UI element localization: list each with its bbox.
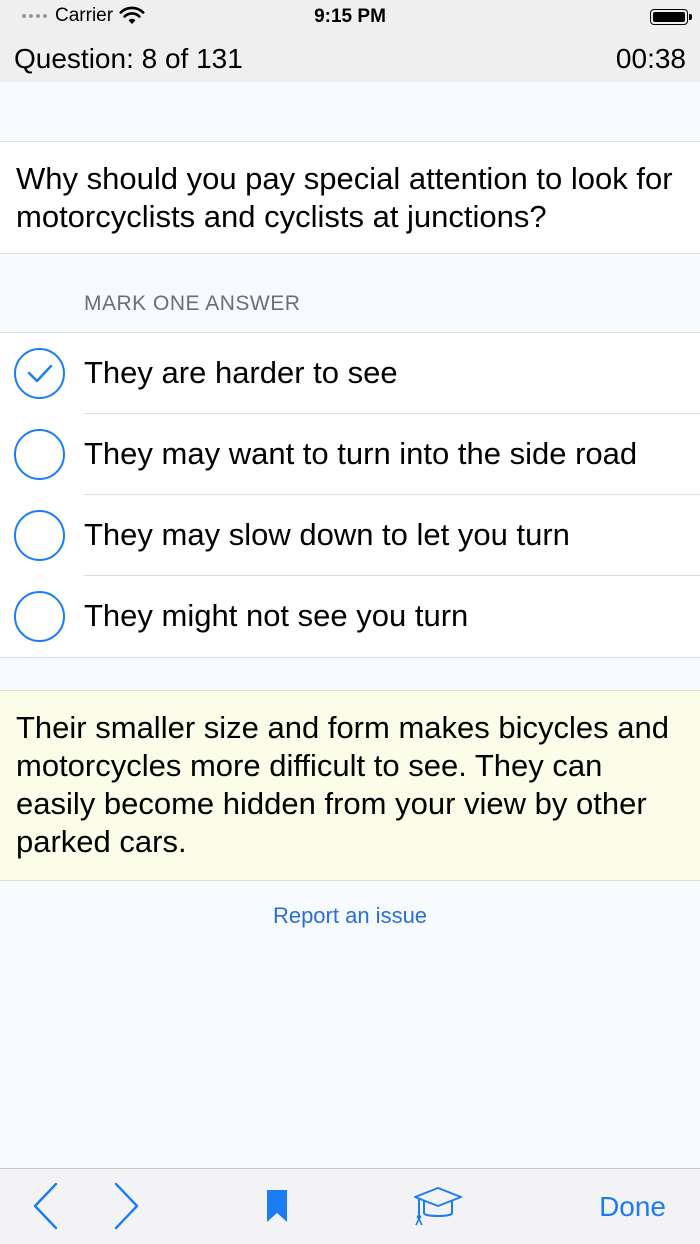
radio-unchecked-icon[interactable] xyxy=(14,429,65,480)
answer-label: They may want to turn into the side road xyxy=(84,436,638,471)
chevron-left-icon[interactable] xyxy=(30,1181,62,1231)
quiz-header: Question: 8 of 131 00:38 xyxy=(0,34,700,82)
explanation-text: Their smaller size and form makes bicycl… xyxy=(16,710,669,859)
answer-label: They might not see you turn xyxy=(84,598,469,633)
report-issue-link[interactable]: Report an issue xyxy=(0,903,700,929)
answer-label: They are harder to see xyxy=(84,355,398,390)
answer-label: They may slow down to let you turn xyxy=(84,517,570,552)
radio-checked-icon[interactable] xyxy=(14,348,65,399)
answer-option-4[interactable]: They might not see you turn xyxy=(0,576,700,657)
clock: 9:15 PM xyxy=(314,6,386,27)
question-counter: Question: 8 of 131 xyxy=(14,43,243,74)
bookmark-icon[interactable] xyxy=(266,1189,288,1223)
answer-option-2[interactable]: They may want to turn into the side road xyxy=(0,414,700,495)
answer-option-3[interactable]: They may slow down to let you turn xyxy=(0,495,700,576)
bottom-toolbar: Done xyxy=(0,1168,700,1244)
answer-option-1[interactable]: They are harder to see xyxy=(0,333,700,414)
status-bar: Carrier 9:15 PM xyxy=(0,0,700,34)
done-button[interactable]: Done xyxy=(599,1191,666,1223)
answers-section-header: MARK ONE ANSWER xyxy=(84,292,301,315)
radio-unchecked-icon[interactable] xyxy=(14,591,65,642)
explanation-panel: Their smaller size and form makes bicycl… xyxy=(0,690,700,881)
question-cell: Why should you pay special attention to … xyxy=(0,141,700,254)
chevron-right-icon[interactable] xyxy=(110,1181,142,1231)
question-text: Why should you pay special attention to … xyxy=(16,161,673,234)
radio-unchecked-icon[interactable] xyxy=(14,510,65,561)
answer-list: They are harder to see They may want to … xyxy=(0,332,700,658)
graduation-cap-icon[interactable] xyxy=(412,1185,464,1227)
battery-icon xyxy=(650,9,692,25)
question-timer: 00:38 xyxy=(615,43,686,74)
